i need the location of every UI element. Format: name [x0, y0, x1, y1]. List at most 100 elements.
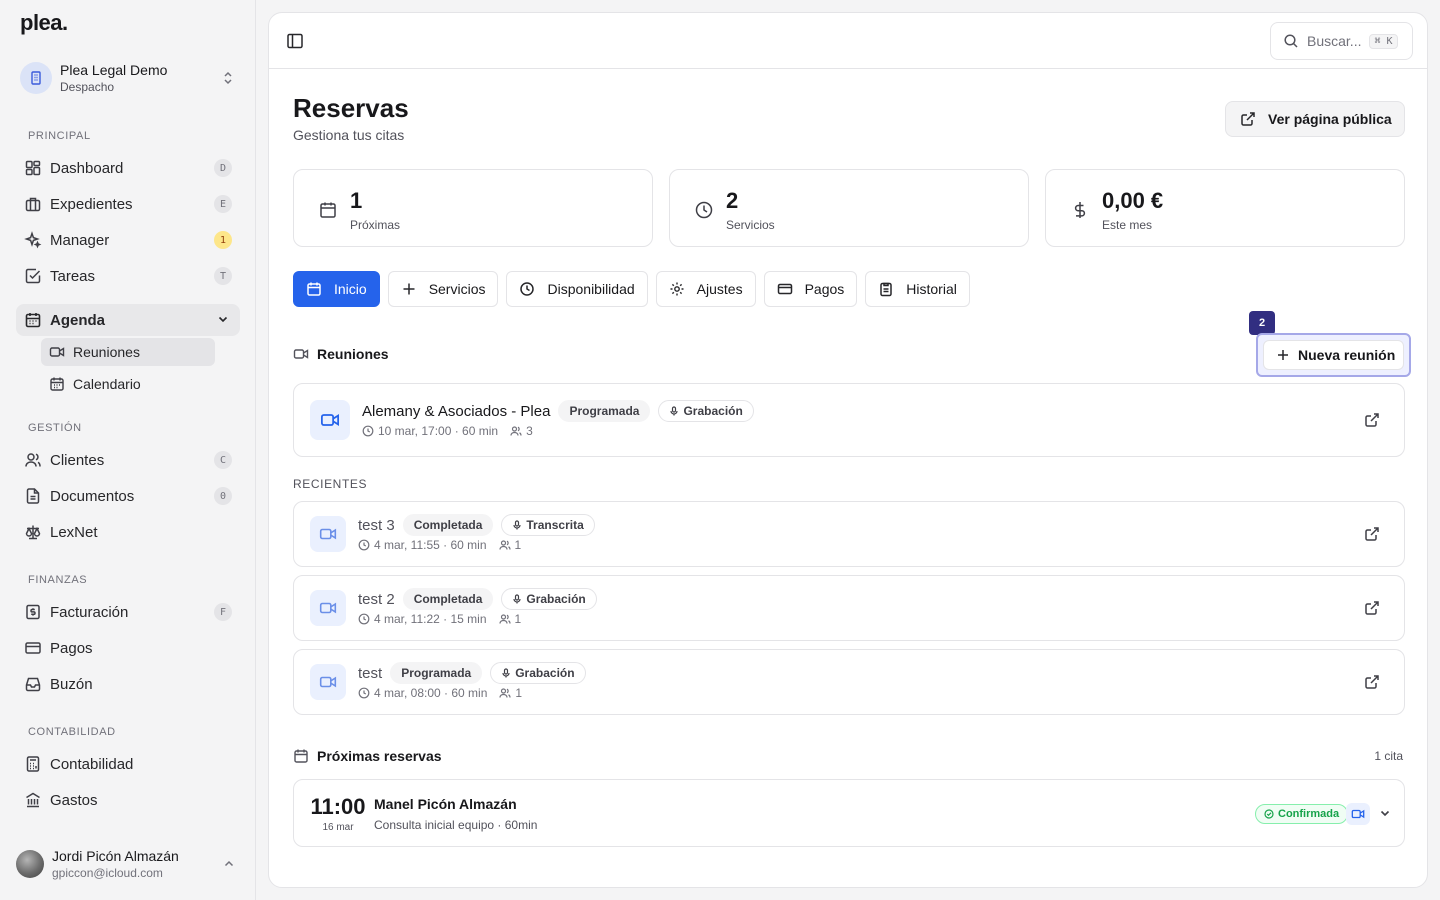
tab-servicios[interactable]: Servicios [387, 271, 499, 307]
mic-icon [512, 594, 522, 604]
sidebar-item-calendario[interactable]: Calendario [41, 370, 215, 398]
external-link-icon[interactable] [1364, 526, 1380, 542]
video-call-button[interactable] [1346, 803, 1370, 825]
meeting-card[interactable]: Alemany & Asociados - Plea Programada Gr… [293, 383, 1405, 457]
booking-card[interactable]: 11:00 16 mar Manel Picón Almazán Consult… [293, 779, 1405, 847]
video-icon [310, 400, 350, 440]
tab-label: Servicios [428, 281, 486, 297]
sidebar-item-label: Facturación [50, 603, 129, 621]
square-check-icon [24, 267, 42, 285]
sidebar-item-buzon[interactable]: Buzón [16, 668, 240, 700]
meeting-card[interactable]: test Programada Grabación 4 mar, 08:00 ·… [293, 649, 1405, 715]
sidebar-item-label: Pagos [50, 639, 93, 657]
attendee-count: 1 [514, 538, 522, 552]
landmark-icon [24, 791, 42, 809]
tab-disponibilidad[interactable]: Disponibilidad [506, 271, 648, 307]
meeting-time: 10 mar, 17:00 · 60 min [378, 424, 499, 438]
status-badge: Programada [558, 400, 651, 422]
tab-historial[interactable]: Historial [865, 271, 970, 307]
dollar-icon [1074, 202, 1086, 218]
transcript-label: Transcrita [526, 518, 584, 532]
external-link-icon[interactable] [1364, 412, 1380, 428]
stat-label: Este mes [1102, 218, 1153, 232]
sidebar-item-expedientes[interactable]: Expedientes E [16, 188, 240, 220]
users-icon [24, 451, 42, 469]
sidebar-item-dashboard[interactable]: Dashboard D [16, 152, 240, 184]
sidebar-item-lexnet[interactable]: LexNet [16, 516, 240, 548]
meeting-title: test 3 [358, 516, 395, 534]
scale-icon [24, 523, 42, 541]
sidebar-toggle-icon[interactable] [285, 31, 305, 51]
calendar-icon [306, 281, 322, 297]
sidebar-item-gastos[interactable]: Gastos [16, 784, 240, 816]
user-menu[interactable]: Jordi Picón Almazán gpiccon@icloud.com [16, 844, 240, 884]
booking-client: Manel Picón Almazán [374, 796, 517, 812]
app-logo[interactable]: plea. [20, 10, 68, 36]
external-link-icon[interactable] [1364, 674, 1380, 690]
layout-dashboard-icon [24, 159, 42, 177]
check-circle-icon [1264, 809, 1274, 819]
video-icon [293, 346, 309, 362]
stat-label: Servicios [726, 218, 775, 232]
sidebar-item-label: Clientes [50, 451, 105, 469]
video-icon [310, 516, 346, 552]
stat-label: Próximas [350, 218, 401, 232]
tab-pagos[interactable]: Pagos [763, 271, 858, 307]
section-title: Próximas reservas [317, 748, 442, 764]
org-name: Plea Legal Demo [60, 62, 168, 78]
calendar-icon [24, 311, 42, 329]
sidebar-item-contabilidad[interactable]: Contabilidad [16, 748, 240, 780]
section-finanzas: FINANZAS [28, 574, 88, 586]
org-switcher[interactable]: Plea Legal Demo Despacho [16, 56, 240, 100]
credit-card-icon [24, 639, 42, 657]
section-gestion: GESTIÓN [28, 422, 82, 434]
users-icon [498, 613, 511, 625]
sidebar-item-documentos[interactable]: Documentos 0 [16, 480, 240, 512]
booking-day: 16 mar [322, 822, 354, 833]
meeting-title: test [358, 664, 383, 682]
video-icon [49, 344, 65, 360]
tab-label: Pagos [804, 281, 845, 297]
tab-label: Ajustes [696, 281, 743, 297]
new-meeting-button[interactable]: Nueva reunión [1263, 340, 1404, 370]
user-email: gpiccon@icloud.com [52, 866, 163, 880]
sidebar-item-label: LexNet [50, 523, 98, 541]
chevron-down-icon[interactable] [1378, 806, 1392, 820]
briefcase-icon [24, 195, 42, 213]
receipt-icon [24, 603, 42, 621]
meeting-card[interactable]: test 2 Completada Grabación 4 mar, 11:22… [293, 575, 1405, 641]
status-badge: Completada [402, 588, 494, 610]
notification-badge: 1 [214, 231, 232, 249]
search-input[interactable]: Buscar... ⌘ K [1270, 22, 1413, 60]
recent-heading: RECIENTES [293, 477, 368, 491]
status-badge: Completada [402, 514, 494, 536]
annotation-badge: 2 [1249, 311, 1275, 335]
tab-inicio[interactable]: Inicio [293, 271, 380, 307]
stat-value: 2 [726, 188, 739, 213]
sidebar-item-agenda[interactable]: Agenda [16, 304, 240, 336]
sidebar-item-reuniones[interactable]: Reuniones [41, 338, 215, 366]
clock-icon [358, 687, 370, 699]
sidebar-item-clientes[interactable]: Clientes C [16, 444, 240, 476]
recording-badge: Grabación [501, 588, 597, 610]
meeting-time: 4 mar, 08:00 · 60 min [374, 686, 488, 700]
sidebar-item-facturacion[interactable]: Facturación F [16, 596, 240, 628]
view-public-page-button[interactable]: Ver página pública [1225, 101, 1405, 137]
stat-value: 0,00 € [1102, 188, 1164, 213]
external-link-icon [1241, 112, 1255, 126]
sidebar-item-label: Manager [50, 231, 110, 249]
calculator-icon [24, 755, 42, 773]
status-label: Confirmada [1278, 808, 1340, 820]
external-link-icon[interactable] [1364, 600, 1380, 616]
tab-ajustes[interactable]: Ajustes [655, 271, 756, 307]
calendar-icon [293, 748, 309, 764]
clock-icon [358, 613, 370, 625]
sidebar-item-tareas[interactable]: Tareas T [16, 260, 240, 292]
sidebar-item-manager[interactable]: Manager 1 [16, 224, 240, 256]
plus-icon [1278, 350, 1288, 360]
sidebar-item-pagos[interactable]: Pagos [16, 632, 240, 664]
video-icon [310, 590, 346, 626]
sidebar-item-label: Contabilidad [50, 755, 134, 773]
meeting-card[interactable]: test 3 Completada Transcrita 4 mar, 11:5… [293, 501, 1405, 567]
page-title: Reservas [293, 93, 409, 123]
